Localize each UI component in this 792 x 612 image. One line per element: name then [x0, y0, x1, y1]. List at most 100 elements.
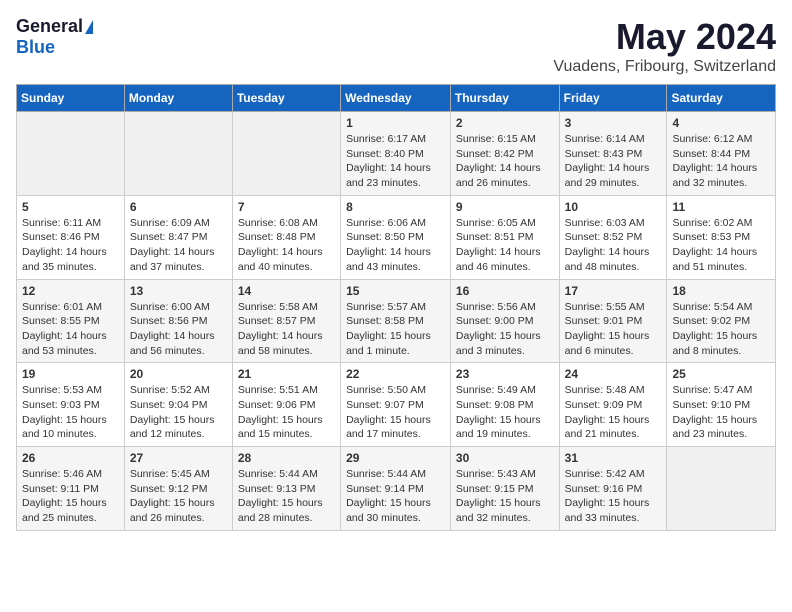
- day-number: 4: [672, 116, 770, 130]
- calendar-cell: 1 Sunrise: 6:17 AM Sunset: 8:40 PM Daylig…: [341, 112, 451, 196]
- day-number: 29: [346, 451, 445, 465]
- calendar-cell: 26Sunrise: 5:46 AM Sunset: 9:11 PM Dayli…: [17, 447, 125, 531]
- day-info: Sunrise: 6:17 AM Sunset: 8:40 PM Dayligh…: [346, 132, 445, 191]
- day-number: 25: [672, 367, 770, 381]
- logo: General Blue: [16, 16, 93, 58]
- calendar-cell: 23 Sunrise: 5:49 AM Sunset: 9:08 PM Dayli…: [450, 363, 559, 447]
- day-number: 11: [672, 200, 770, 214]
- day-header-wednesday: Wednesday: [341, 85, 451, 112]
- calendar-cell: [17, 112, 125, 196]
- calendar-week-row: 1 Sunrise: 6:17 AM Sunset: 8:40 PM Daylig…: [17, 112, 776, 196]
- calendar-cell: 15 Sunrise: 5:57 AM Sunset: 8:58 PM Dayli…: [341, 279, 451, 363]
- calendar-cell: 9 Sunrise: 6:05 AM Sunset: 8:51 PM Daylig…: [450, 195, 559, 279]
- day-number: 19: [22, 367, 119, 381]
- calendar-week-row: 19 Sunrise: 5:53 AM Sunset: 9:03 PM Dayli…: [17, 363, 776, 447]
- calendar-cell: 8Sunrise: 6:06 AM Sunset: 8:50 PM Daylig…: [341, 195, 451, 279]
- calendar-cell: 17 Sunrise: 5:55 AM Sunset: 9:01 PM Dayli…: [559, 279, 667, 363]
- day-info: Sunrise: 5:55 AM Sunset: 9:01 PM Dayligh…: [565, 300, 662, 359]
- day-info: Sunrise: 6:05 AM Sunset: 8:51 PM Dayligh…: [456, 216, 554, 275]
- calendar-week-row: 12 Sunrise: 6:01 AM Sunset: 8:55 PM Dayli…: [17, 279, 776, 363]
- day-number: 12: [22, 284, 119, 298]
- day-info: Sunrise: 6:01 AM Sunset: 8:55 PM Dayligh…: [22, 300, 119, 359]
- calendar-cell: 6 Sunrise: 6:09 AM Sunset: 8:47 PM Daylig…: [124, 195, 232, 279]
- day-number: 18: [672, 284, 770, 298]
- calendar-cell: 20Sunrise: 5:52 AM Sunset: 9:04 PM Dayli…: [124, 363, 232, 447]
- calendar-week-row: 26Sunrise: 5:46 AM Sunset: 9:11 PM Dayli…: [17, 447, 776, 531]
- day-info: Sunrise: 5:50 AM Sunset: 9:07 PM Dayligh…: [346, 383, 445, 442]
- day-info: Sunrise: 5:56 AM Sunset: 9:00 PM Dayligh…: [456, 300, 554, 359]
- calendar-cell: 5Sunrise: 6:11 AM Sunset: 8:46 PM Daylig…: [17, 195, 125, 279]
- day-number: 17: [565, 284, 662, 298]
- day-number: 9: [456, 200, 554, 214]
- day-info: Sunrise: 6:08 AM Sunset: 8:48 PM Dayligh…: [238, 216, 335, 275]
- day-number: 30: [456, 451, 554, 465]
- calendar-cell: 28 Sunrise: 5:44 AM Sunset: 9:13 PM Dayli…: [232, 447, 340, 531]
- calendar-cell: 31 Sunrise: 5:42 AM Sunset: 9:16 PM Dayli…: [559, 447, 667, 531]
- day-number: 20: [130, 367, 227, 381]
- day-number: 28: [238, 451, 335, 465]
- logo-blue-text: Blue: [16, 37, 55, 58]
- calendar-cell: 19 Sunrise: 5:53 AM Sunset: 9:03 PM Dayli…: [17, 363, 125, 447]
- calendar-cell: 14 Sunrise: 5:58 AM Sunset: 8:57 PM Dayli…: [232, 279, 340, 363]
- calendar-cell: 22 Sunrise: 5:50 AM Sunset: 9:07 PM Dayli…: [341, 363, 451, 447]
- day-number: 13: [130, 284, 227, 298]
- day-number: 24: [565, 367, 662, 381]
- day-number: 22: [346, 367, 445, 381]
- day-info: Sunrise: 5:58 AM Sunset: 8:57 PM Dayligh…: [238, 300, 335, 359]
- title-area: May 2024 Vuadens, Fribourg, Switzerland: [553, 16, 776, 76]
- day-number: 1: [346, 116, 445, 130]
- day-header-saturday: Saturday: [667, 85, 776, 112]
- day-header-tuesday: Tuesday: [232, 85, 340, 112]
- day-info: Sunrise: 6:15 AM Sunset: 8:42 PM Dayligh…: [456, 132, 554, 191]
- day-number: 6: [130, 200, 227, 214]
- calendar-cell: 13 Sunrise: 6:00 AM Sunset: 8:56 PM Dayli…: [124, 279, 232, 363]
- calendar-week-row: 5Sunrise: 6:11 AM Sunset: 8:46 PM Daylig…: [17, 195, 776, 279]
- logo-triangle-icon: [85, 20, 93, 34]
- day-info: Sunrise: 5:47 AM Sunset: 9:10 PM Dayligh…: [672, 383, 770, 442]
- calendar-cell: 10Sunrise: 6:03 AM Sunset: 8:52 PM Dayli…: [559, 195, 667, 279]
- day-number: 15: [346, 284, 445, 298]
- day-number: 3: [565, 116, 662, 130]
- day-info: Sunrise: 5:43 AM Sunset: 9:15 PM Dayligh…: [456, 467, 554, 526]
- day-number: 10: [565, 200, 662, 214]
- day-number: 14: [238, 284, 335, 298]
- calendar-cell: 18 Sunrise: 5:54 AM Sunset: 9:02 PM Dayli…: [667, 279, 776, 363]
- day-header-friday: Friday: [559, 85, 667, 112]
- calendar-cell: 27Sunrise: 5:45 AM Sunset: 9:12 PM Dayli…: [124, 447, 232, 531]
- calendar-cell: 2Sunrise: 6:15 AM Sunset: 8:42 PM Daylig…: [450, 112, 559, 196]
- calendar-cell: 7 Sunrise: 6:08 AM Sunset: 8:48 PM Daylig…: [232, 195, 340, 279]
- day-info: Sunrise: 5:53 AM Sunset: 9:03 PM Dayligh…: [22, 383, 119, 442]
- day-number: 23: [456, 367, 554, 381]
- day-info: Sunrise: 6:09 AM Sunset: 8:47 PM Dayligh…: [130, 216, 227, 275]
- day-number: 7: [238, 200, 335, 214]
- calendar-cell: 21 Sunrise: 5:51 AM Sunset: 9:06 PM Dayli…: [232, 363, 340, 447]
- day-info: Sunrise: 6:14 AM Sunset: 8:43 PM Dayligh…: [565, 132, 662, 191]
- calendar-cell: 25 Sunrise: 5:47 AM Sunset: 9:10 PM Dayli…: [667, 363, 776, 447]
- day-info: Sunrise: 5:44 AM Sunset: 9:13 PM Dayligh…: [238, 467, 335, 526]
- day-number: 26: [22, 451, 119, 465]
- page-title: May 2024: [553, 16, 776, 58]
- calendar-cell: 16Sunrise: 5:56 AM Sunset: 9:00 PM Dayli…: [450, 279, 559, 363]
- calendar-cell: 24Sunrise: 5:48 AM Sunset: 9:09 PM Dayli…: [559, 363, 667, 447]
- day-info: Sunrise: 5:51 AM Sunset: 9:06 PM Dayligh…: [238, 383, 335, 442]
- calendar-cell: 3 Sunrise: 6:14 AM Sunset: 8:43 PM Daylig…: [559, 112, 667, 196]
- calendar-table: SundayMondayTuesdayWednesdayThursdayFrid…: [16, 84, 776, 531]
- day-info: Sunrise: 5:45 AM Sunset: 9:12 PM Dayligh…: [130, 467, 227, 526]
- calendar-cell: 12 Sunrise: 6:01 AM Sunset: 8:55 PM Dayli…: [17, 279, 125, 363]
- day-info: Sunrise: 5:49 AM Sunset: 9:08 PM Dayligh…: [456, 383, 554, 442]
- day-info: Sunrise: 6:00 AM Sunset: 8:56 PM Dayligh…: [130, 300, 227, 359]
- day-number: 21: [238, 367, 335, 381]
- logo-general-text: General: [16, 16, 83, 37]
- calendar-cell: 29Sunrise: 5:44 AM Sunset: 9:14 PM Dayli…: [341, 447, 451, 531]
- calendar-cell: 4 Sunrise: 6:12 AM Sunset: 8:44 PM Daylig…: [667, 112, 776, 196]
- day-info: Sunrise: 5:57 AM Sunset: 8:58 PM Dayligh…: [346, 300, 445, 359]
- calendar-cell: 30 Sunrise: 5:43 AM Sunset: 9:15 PM Dayli…: [450, 447, 559, 531]
- day-info: Sunrise: 6:12 AM Sunset: 8:44 PM Dayligh…: [672, 132, 770, 191]
- day-info: Sunrise: 5:42 AM Sunset: 9:16 PM Dayligh…: [565, 467, 662, 526]
- day-info: Sunrise: 5:54 AM Sunset: 9:02 PM Dayligh…: [672, 300, 770, 359]
- calendar-cell: [667, 447, 776, 531]
- day-header-thursday: Thursday: [450, 85, 559, 112]
- day-number: 31: [565, 451, 662, 465]
- calendar-header-row: SundayMondayTuesdayWednesdayThursdayFrid…: [17, 85, 776, 112]
- page-subtitle: Vuadens, Fribourg, Switzerland: [553, 58, 776, 76]
